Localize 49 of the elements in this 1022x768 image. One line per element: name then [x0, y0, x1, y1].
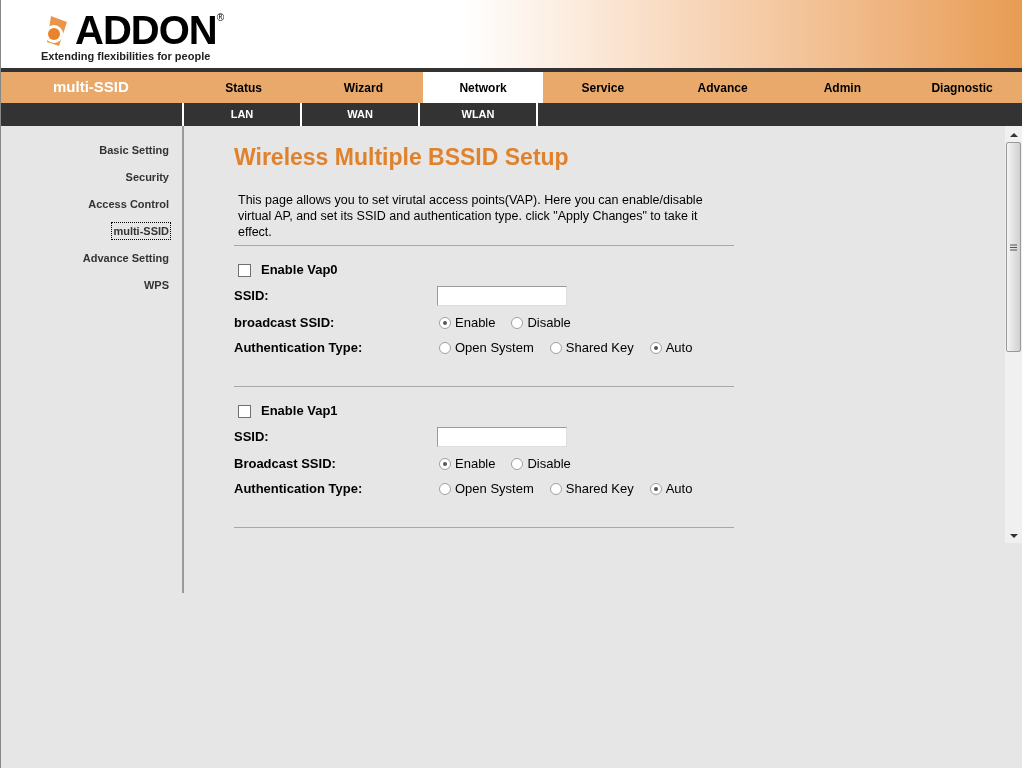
field-label: SSID:	[234, 287, 270, 306]
scrollbar[interactable]	[1005, 126, 1022, 543]
auth-radio[interactable]: Shared Key	[549, 479, 634, 499]
field-label: broadcast SSID:	[234, 314, 336, 333]
auth-radio[interactable]: Auto	[649, 338, 693, 358]
subnav-tab[interactable]: WLAN	[420, 103, 538, 126]
sidebar-link[interactable]: Security	[124, 169, 170, 185]
field-label: Broadcast SSID:	[234, 455, 337, 474]
subnav-tab[interactable]: LAN	[184, 103, 302, 126]
nav-tab[interactable]: Status	[183, 72, 304, 103]
ssid-input[interactable]	[437, 427, 567, 447]
nav-tab[interactable]: Service	[543, 72, 663, 103]
auth-radio[interactable]: Shared Key	[549, 338, 634, 358]
section-title: multi-SSID	[52, 77, 130, 98]
auth-radio[interactable]: Open System	[439, 338, 534, 358]
subnav-tab[interactable]: WAN	[302, 103, 420, 126]
field-label: SSID:	[234, 428, 270, 447]
logo-tagline: Extending flexibilities for people	[41, 50, 212, 62]
broadcast-radio[interactable]: Enable	[439, 454, 496, 474]
sidebar-link[interactable]: WPS	[142, 277, 170, 293]
sidebar-link[interactable]: Access Control	[87, 196, 170, 212]
sidebar-link[interactable]: Advance Setting	[81, 250, 170, 266]
scrollbar-thumb[interactable]	[1006, 142, 1021, 352]
checkbox[interactable]	[238, 263, 251, 277]
page-title: Wireless Multiple BSSID Setup	[234, 143, 570, 172]
field-label: Authentication Type:	[234, 339, 364, 358]
logo-text: ADDON	[75, 10, 217, 50]
nav-tab[interactable]: Network	[423, 72, 543, 103]
nav-tab[interactable]: Diagnostic	[902, 72, 1022, 103]
broadcast-radio[interactable]: Disable	[511, 313, 571, 333]
enable-label: Enable Vap1	[261, 402, 338, 421]
broadcast-radio[interactable]: Disable	[511, 454, 571, 474]
nav-tab[interactable]: Advance	[662, 72, 783, 103]
nav-tab[interactable]: Wizard	[303, 72, 424, 103]
page-description: This page allows you to set virutal access points(VAP). Here you can enable/disable virtual AP, and set its SSID and authentication type. click "Apply Changes" to take it effect.	[234, 192, 734, 246]
grip-icon	[1010, 243, 1017, 251]
nav-tab[interactable]: Admin	[782, 72, 903, 103]
auth-radio[interactable]: Open System	[439, 479, 534, 499]
enable-label: Enable Vap0	[261, 261, 338, 280]
registered-mark: ®	[216, 11, 225, 23]
scroll-down-icon[interactable]	[1009, 531, 1018, 541]
sidebar-link[interactable]: Basic Setting	[98, 142, 170, 158]
auth-radio[interactable]: Auto	[649, 479, 693, 499]
scroll-up-icon[interactable]	[1009, 130, 1018, 140]
broadcast-radio[interactable]: Enable	[439, 313, 496, 333]
checkbox[interactable]	[238, 404, 251, 418]
sidebar-link[interactable]: multi-SSID	[112, 223, 170, 239]
field-label: Authentication Type:	[234, 480, 364, 499]
ssid-input[interactable]	[437, 286, 567, 306]
